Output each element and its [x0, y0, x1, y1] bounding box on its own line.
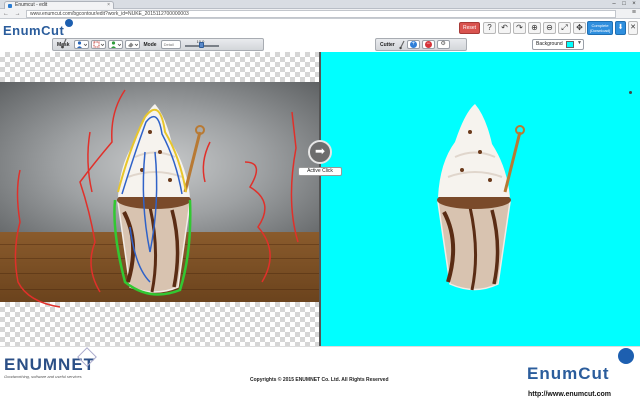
copyright-text: Copyrights © 2015 ENUMNET Co. Ltd. All R…	[250, 377, 389, 383]
enumcut-mark-icon	[618, 348, 634, 364]
favicon-icon	[8, 4, 12, 8]
complete-sublabel: (Download)	[589, 28, 611, 33]
pan-button[interactable]: ✥	[573, 22, 586, 34]
complete-button[interactable]: Complete (Download)	[587, 21, 613, 35]
maximize-button[interactable]: □	[620, 0, 628, 8]
browser-tab[interactable]: Enumcut - edit ×	[4, 1, 114, 9]
mask-fill-tool[interactable]	[107, 40, 123, 49]
mask-strokes-layer	[14, 89, 299, 308]
app-logo[interactable]: EnumCut	[3, 19, 74, 38]
person-green-icon	[110, 41, 121, 48]
cutter-remove-tool[interactable]: −	[421, 40, 435, 49]
cutter-settings-button[interactable]: ⚙	[436, 40, 450, 49]
zoom-out-button[interactable]: ⊖	[543, 22, 556, 34]
source-canvas[interactable]	[0, 52, 320, 346]
cutter-brush-icon	[399, 40, 405, 49]
chevron-down-icon: ▼	[577, 40, 582, 46]
minus-icon: −	[424, 41, 432, 48]
active-click-tooltip: Active Click	[298, 167, 342, 176]
split-divider[interactable]	[319, 52, 321, 346]
enumcut-footer-logo[interactable]: EnumCut	[527, 364, 610, 384]
cutout-milkshake	[437, 104, 525, 291]
undo-button[interactable]: ↶	[498, 22, 511, 34]
fit-screen-button[interactable]: ⤢	[558, 22, 571, 34]
mask-select-tool[interactable]	[90, 40, 106, 49]
tab-title: Enumcut - edit	[15, 2, 48, 8]
browser-tab-bar: Enumcut - edit × – □ ×	[0, 0, 640, 9]
redo-button[interactable]: ↷	[513, 22, 526, 34]
result-canvas[interactable]	[320, 52, 640, 346]
person-icon	[76, 41, 87, 48]
tab-close-icon[interactable]: ×	[107, 2, 110, 9]
cutter-add-tool[interactable]: +	[406, 40, 420, 49]
window-close-button[interactable]: ×	[630, 0, 638, 8]
browser-menu-icon[interactable]: ≡	[632, 9, 636, 16]
mask-person-tool[interactable]	[73, 40, 89, 49]
enumnet-tagline: Goodworthing, software and useful servic…	[4, 374, 82, 379]
app-logo-text: EnumCut	[3, 23, 65, 38]
background-color-swatch[interactable]	[566, 41, 574, 48]
active-click-button[interactable]: ➡	[308, 140, 332, 164]
cursor-dot	[629, 91, 632, 94]
cutter-toolbar: Cutter + − ⚙	[375, 38, 467, 51]
zoom-in-button[interactable]: ⊕	[528, 22, 541, 34]
mask-brush-icon	[61, 38, 67, 49]
brush-size-slider[interactable]: 10.0	[183, 39, 221, 49]
mode-label: Mode	[143, 41, 157, 48]
address-bar-row: ← → ↻ www.enumcut.com/bgcontour/edit?wor…	[0, 9, 640, 19]
window-controls: – □ ×	[610, 0, 638, 8]
website-link[interactable]: http://www.enumcut.com	[528, 391, 611, 398]
select-rect-icon	[93, 41, 104, 48]
plus-icon: +	[409, 41, 417, 48]
eraser-icon	[127, 42, 138, 48]
address-bar[interactable]: www.enumcut.com/bgcontour/edit?work_id=N…	[26, 10, 616, 18]
close-editor-button[interactable]: ✕	[628, 21, 638, 35]
slider-knob[interactable]	[198, 42, 204, 48]
mask-toolbar: Mask Mode Detail 10.0	[52, 38, 264, 51]
mask-erase-tool[interactable]	[124, 40, 140, 49]
cutter-label: Cutter	[380, 41, 395, 48]
mode-select[interactable]: Detail	[160, 40, 181, 49]
download-button[interactable]: ⬇	[615, 21, 626, 35]
help-button[interactable]: ?	[483, 22, 496, 34]
minimize-button[interactable]: –	[610, 0, 618, 8]
reset-button[interactable]: Reset	[459, 22, 480, 34]
